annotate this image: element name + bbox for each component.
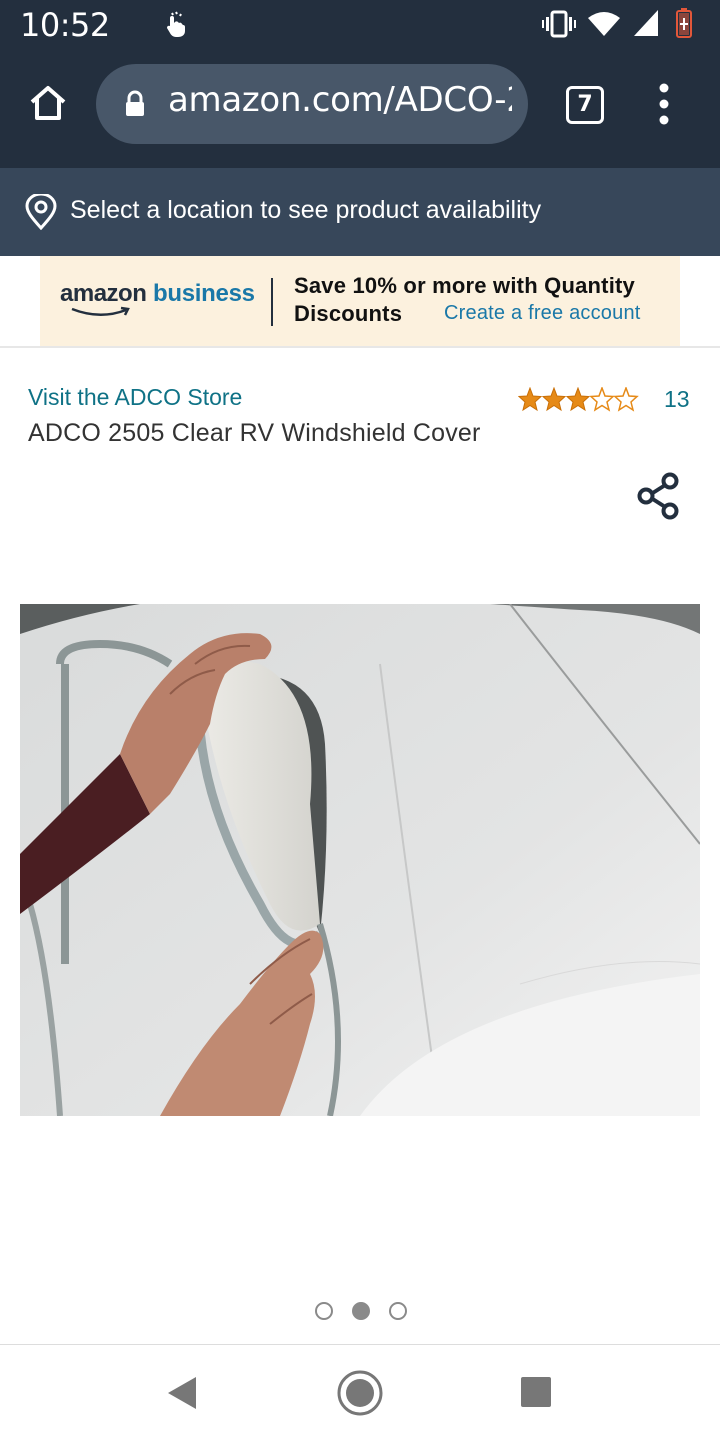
vibrate-icon — [542, 10, 576, 38]
signal-icon — [634, 10, 658, 36]
location-pin-icon — [25, 194, 57, 230]
url-text[interactable]: amazon.com/ADCO-2 — [168, 80, 512, 120]
home-icon[interactable] — [24, 80, 72, 128]
more-vert-icon[interactable] — [648, 82, 680, 126]
tab-switcher-button[interactable]: 7 — [566, 86, 604, 124]
windshield-cover-photo — [20, 604, 700, 1116]
amazon-business-logo: amazon business — [60, 280, 255, 308]
location-text[interactable]: Select a location to see product availab… — [70, 196, 541, 225]
star-outline-icon — [613, 387, 639, 412]
star-icon — [565, 387, 591, 412]
banner-divider — [271, 278, 273, 326]
wifi-icon — [588, 12, 620, 36]
logo-business-text: business — [153, 280, 255, 307]
amazon-smile-icon — [71, 306, 130, 316]
star-outline-icon — [589, 387, 615, 412]
status-time: 10:52 — [20, 6, 110, 44]
visit-store-link[interactable]: Visit the ADCO Store — [28, 384, 242, 411]
share-icon[interactable] — [636, 472, 682, 520]
star-icon — [518, 387, 543, 412]
carousel-dot-active[interactable] — [352, 1302, 370, 1320]
location-bar[interactable]: Select a location to see product availab… — [0, 168, 720, 256]
create-account-link[interactable]: Create a free account — [444, 302, 641, 325]
system-navigation-bar — [0, 1345, 720, 1440]
promo-line-1: Save 10% or more with Quantity — [294, 273, 635, 298]
lock-icon — [126, 90, 144, 116]
product-image[interactable] — [20, 604, 700, 1116]
home-circle-icon[interactable] — [336, 1369, 384, 1417]
review-count[interactable]: 13 — [664, 386, 690, 413]
product-title: ADCO 2505 Clear RV Windshield Cover — [28, 419, 481, 447]
carousel-dot[interactable] — [315, 1302, 333, 1320]
star-icon — [541, 387, 567, 412]
image-carousel-indicator[interactable] — [312, 1302, 412, 1322]
divider — [0, 346, 720, 348]
carousel-dot[interactable] — [389, 1302, 407, 1320]
browser-toolbar: amazon.com/ADCO-2 7 — [0, 48, 720, 168]
url-bar[interactable]: amazon.com/ADCO-2 — [96, 64, 528, 144]
back-icon[interactable] — [166, 1375, 198, 1411]
star-rating[interactable] — [518, 387, 640, 413]
touch-gesture-icon — [166, 11, 185, 37]
battery-low-icon — [676, 8, 692, 38]
logo-amazon-text: amazon — [60, 280, 147, 307]
status-bar: 10:52 — [0, 0, 720, 48]
recents-icon[interactable] — [520, 1376, 552, 1408]
amazon-business-banner[interactable]: amazon business Save 10% or more with Qu… — [40, 256, 680, 346]
